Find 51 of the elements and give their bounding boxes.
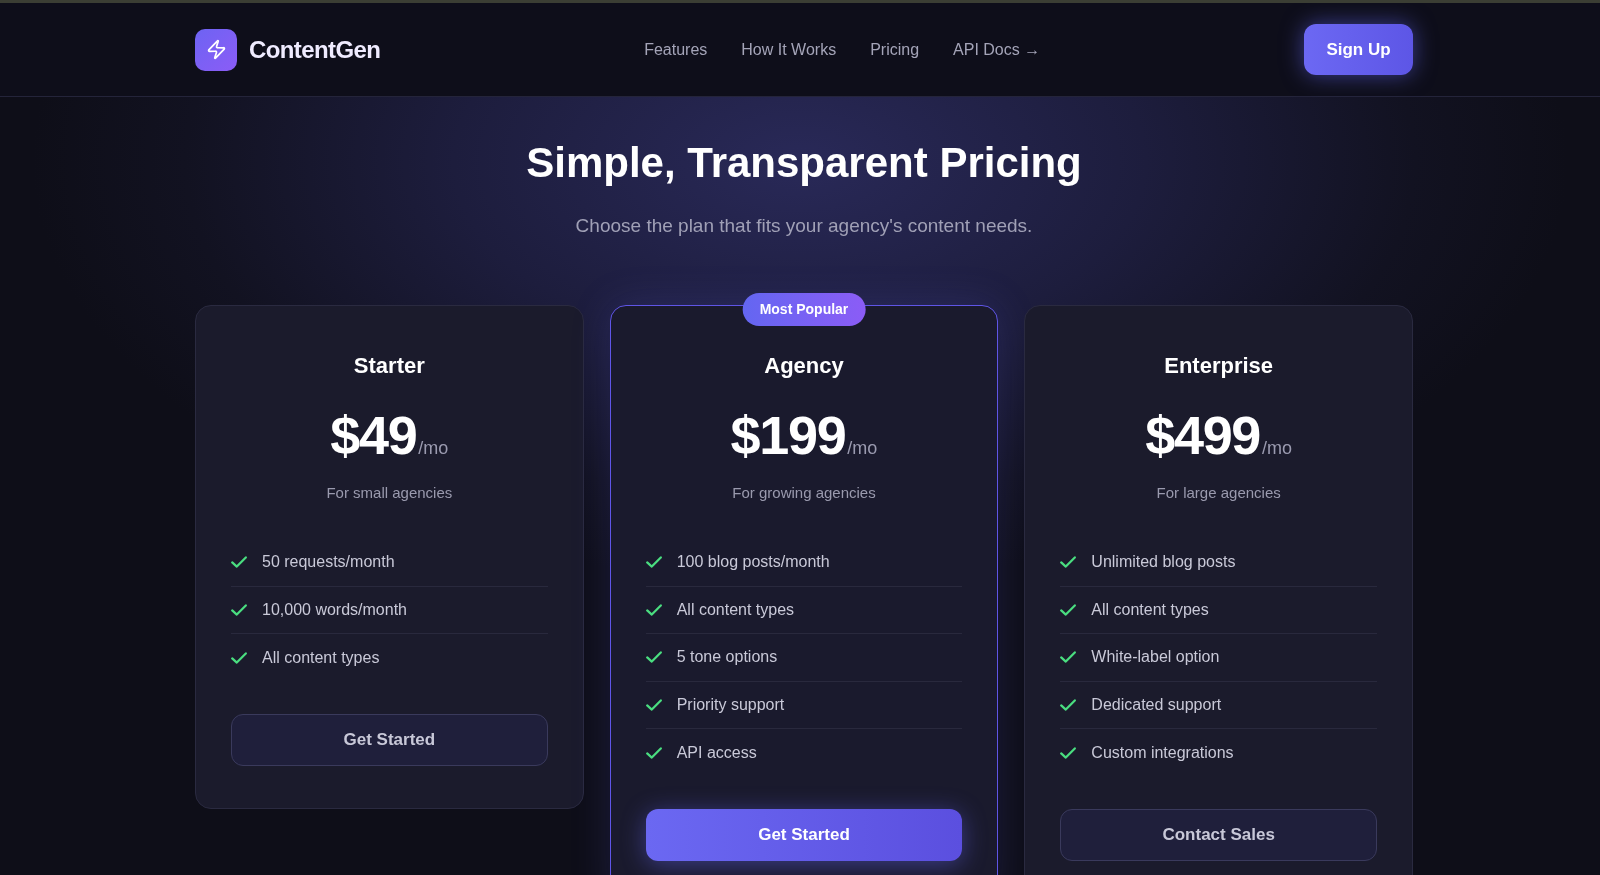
sign-up-button[interactable]: Sign Up bbox=[1304, 24, 1413, 75]
lightning-icon bbox=[195, 28, 237, 71]
check-icon bbox=[231, 603, 247, 616]
check-icon bbox=[645, 556, 662, 569]
nav-link[interactable]: Pricing bbox=[870, 37, 920, 62]
feature-text: Custom integrations bbox=[1091, 742, 1234, 763]
check-icon bbox=[1060, 698, 1077, 711]
feature-text: Priority support bbox=[676, 694, 785, 715]
feature-text: 10,000 words/month bbox=[262, 599, 407, 620]
plan-description: For small agencies bbox=[326, 483, 453, 503]
check-icon bbox=[231, 556, 247, 569]
check-icon bbox=[231, 651, 247, 664]
plan-name: Starter bbox=[353, 352, 425, 380]
feature-text: 100 blog posts/month bbox=[676, 552, 830, 573]
feature-text: 5 tone options bbox=[676, 647, 778, 668]
most-popular-badge: Most Popular bbox=[742, 293, 866, 326]
feature-text: Dedicated support bbox=[1091, 694, 1222, 715]
feature-text: All content types bbox=[1091, 599, 1209, 620]
plan-button[interactable]: Contact Sales bbox=[1060, 808, 1377, 861]
check-icon bbox=[645, 698, 662, 711]
feature-text: All content types bbox=[676, 599, 795, 620]
feature-text: White-label option bbox=[1091, 647, 1220, 668]
feature-text: Unlimited blog posts bbox=[1091, 552, 1236, 573]
check-icon bbox=[645, 603, 662, 616]
plan-name: Enterprise bbox=[1164, 352, 1274, 380]
price-period: /mo bbox=[847, 439, 878, 457]
nav-link[interactable]: Features bbox=[644, 37, 708, 62]
check-icon bbox=[1060, 746, 1077, 759]
page-subtitle: Choose the plan that fits your agency's content needs. bbox=[575, 214, 1033, 238]
page-title: Simple, Transparent Pricing bbox=[526, 138, 1082, 188]
feature-text: 50 requests/month bbox=[262, 552, 395, 573]
brand-name: ContentGen bbox=[249, 34, 381, 65]
nav-link[interactable]: API Docs → bbox=[953, 37, 1041, 62]
plan-button[interactable]: Get Started bbox=[231, 713, 548, 766]
feature-text: API access bbox=[676, 742, 757, 763]
check-icon bbox=[645, 746, 662, 759]
feature-text: All content types bbox=[262, 647, 380, 668]
check-icon bbox=[645, 651, 662, 664]
price-period: /mo bbox=[1262, 439, 1293, 457]
plan-description: For growing agencies bbox=[732, 483, 876, 503]
check-icon bbox=[1060, 603, 1077, 616]
plan-button[interactable]: Get Started bbox=[645, 808, 963, 861]
price: $199 bbox=[730, 408, 846, 462]
nav-link[interactable]: How It Works bbox=[741, 37, 837, 62]
check-icon bbox=[1060, 651, 1077, 664]
price-period: /mo bbox=[418, 439, 449, 457]
plan-description: For large agencies bbox=[1156, 483, 1281, 503]
check-icon bbox=[1060, 556, 1077, 569]
price: $49 bbox=[330, 408, 417, 462]
price: $499 bbox=[1145, 408, 1260, 462]
plan-name: Agency bbox=[764, 352, 844, 380]
